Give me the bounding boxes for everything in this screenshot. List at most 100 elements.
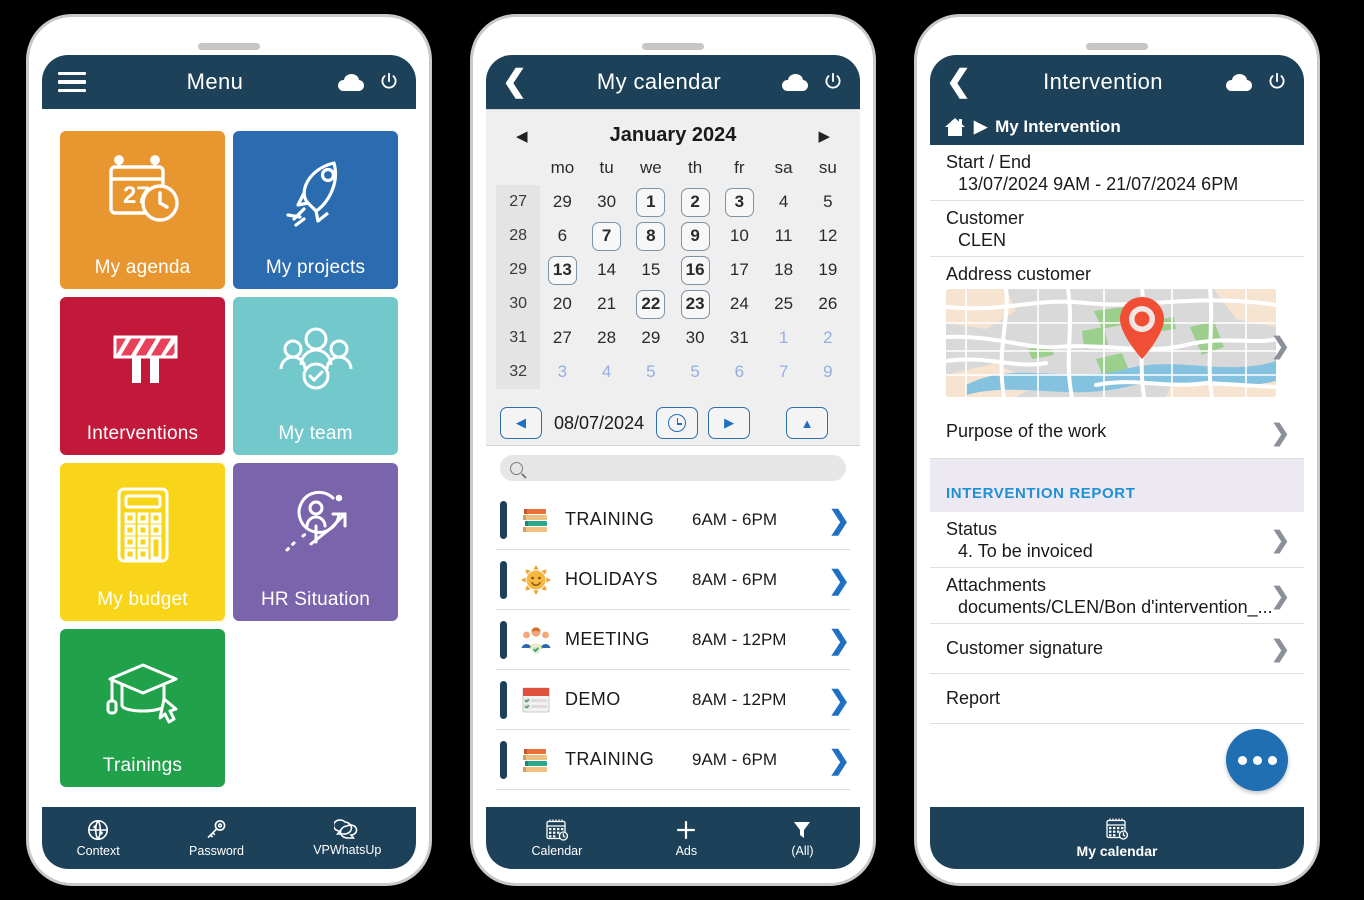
calendar-day-cell[interactable]: 23 [673,287,717,321]
search-box[interactable] [500,455,846,481]
tile-trainings[interactable]: Trainings [60,629,225,787]
calendar-day-cell[interactable]: 21 [585,287,629,321]
chevron-right-icon[interactable]: ❯ [828,507,850,533]
power-icon[interactable] [378,71,400,93]
calendar-day-cell[interactable]: 31 [717,321,761,355]
calendar-day-cell[interactable]: 4 [762,185,806,219]
calendar-day-cell[interactable]: 25 [762,287,806,321]
bottom-nav-context[interactable]: Context [77,818,120,858]
map-row[interactable]: ❯ [930,285,1304,407]
chevron-right-icon[interactable]: ❯ [1271,528,1290,551]
power-icon[interactable] [822,71,844,93]
calendar-day-cell[interactable]: 13 [540,253,584,287]
breadcrumb-label[interactable]: My Intervention [995,117,1121,137]
calendar-day-cell[interactable]: 28 [585,321,629,355]
back-button[interactable]: ❮ [502,67,536,97]
calendar-day-cell[interactable]: 6 [540,219,584,253]
tile-my-team[interactable]: My team [233,297,398,455]
power-icon[interactable] [1266,71,1288,93]
calendar-day-cell[interactable]: 7 [585,219,629,253]
search-input[interactable] [529,460,836,476]
calendar-day-cell[interactable]: 15 [629,253,673,287]
calendar-day-cell[interactable]: 3 [540,355,584,389]
row-report[interactable]: Report [930,674,1304,724]
calendar-day-cell[interactable]: 9 [806,355,850,389]
chevron-right-icon[interactable]: ❯ [828,627,850,653]
bottom-nav-my-calendar[interactable]: My calendar [1077,817,1157,859]
calendar-day-cell[interactable]: 2 [806,321,850,355]
chevron-right-icon[interactable]: ❯ [828,567,850,593]
tile-hr-situation[interactable]: HR Situation [233,463,398,621]
menu-button[interactable] [58,71,92,93]
calendar-day-cell[interactable]: 8 [629,219,673,253]
row-purpose-of-work[interactable]: Purpose of the work ❯ [930,407,1304,459]
calendar-day-cell[interactable]: 7 [762,355,806,389]
calendar-day-cell[interactable]: 1 [762,321,806,355]
calendar-day-cell[interactable]: 11 [762,219,806,253]
row-customer-signature[interactable]: Customer signature ❯ [930,624,1304,674]
tile-my-agenda[interactable]: 27 My agenda [60,131,225,289]
back-chevron-icon[interactable]: ❮ [502,67,527,97]
chevron-right-icon[interactable]: ❯ [828,747,850,773]
calendar-day-cell[interactable]: 5 [806,185,850,219]
calendar-day-cell[interactable]: 22 [629,287,673,321]
event-row[interactable]: MEETING 8AM - 12PM ❯ [496,610,850,670]
calendar-day-cell[interactable]: 14 [585,253,629,287]
collapse-calendar-button[interactable]: ▲ [786,407,829,439]
chevron-right-icon[interactable]: ❯ [1271,334,1290,358]
calendar-day-cell[interactable]: 2 [673,185,717,219]
home-icon[interactable] [944,117,966,137]
row-attachments[interactable]: Attachments documents/CLEN/Bon d'interve… [930,568,1304,624]
calendar-day-cell[interactable]: 30 [673,321,717,355]
date-next-button[interactable]: ▶ [708,407,751,439]
calendar-day-cell[interactable]: 27 [540,321,584,355]
calendar-day-cell[interactable]: 19 [806,253,850,287]
calendar-day-cell[interactable]: 4 [585,355,629,389]
calendar-day-cell[interactable]: 26 [806,287,850,321]
calendar-day-cell[interactable]: 18 [762,253,806,287]
customer-map[interactable] [946,289,1276,397]
tile-my-projects[interactable]: My projects [233,131,398,289]
cloud-icon[interactable] [782,73,808,91]
row-status[interactable]: Status 4. To be invoiced ❯ [930,512,1304,568]
next-month-arrow[interactable]: ▶ [794,127,830,145]
back-button[interactable]: ❮ [946,67,980,97]
back-chevron-icon[interactable]: ❮ [946,67,971,97]
bottom-nav-vpwhatsup[interactable]: VPWhatsUp [313,819,381,857]
cloud-icon[interactable] [1226,73,1252,91]
calendar-day-cell[interactable]: 3 [717,185,761,219]
calendar-day-cell[interactable]: 29 [540,185,584,219]
event-row[interactable]: HOLIDAYS 8AM - 6PM ❯ [496,550,850,610]
calendar-day-cell[interactable]: 24 [717,287,761,321]
calendar-day-cell[interactable]: 20 [540,287,584,321]
chevron-right-icon[interactable]: ❯ [1271,637,1290,660]
calendar-day-cell[interactable]: 16 [673,253,717,287]
calendar-day-cell[interactable]: 5 [673,355,717,389]
bottom-nav-password[interactable]: Password [189,818,244,858]
calendar-day-cell[interactable]: 5 [629,355,673,389]
cloud-icon[interactable] [338,73,364,91]
bottom-nav-filter[interactable]: (All) [790,818,814,858]
tile-interventions[interactable]: Interventions [60,297,225,455]
tile-my-budget[interactable]: My budget [60,463,225,621]
event-row[interactable]: DEMO 8AM - 12PM ❯ [496,670,850,730]
calendar-day-cell[interactable]: 6 [717,355,761,389]
hamburger-icon[interactable] [58,71,86,93]
calendar-day-cell[interactable]: 30 [585,185,629,219]
bottom-nav-calendar[interactable]: Calendar [532,818,582,858]
calendar-day-cell[interactable]: 12 [806,219,850,253]
bottom-nav-ads[interactable]: Ads [673,818,699,858]
calendar-day-cell[interactable]: 1 [629,185,673,219]
prev-month-arrow[interactable]: ◀ [516,127,552,145]
chevron-right-icon[interactable]: ❯ [1271,421,1290,444]
date-value[interactable]: 08/07/2024 [552,413,646,434]
more-actions-button[interactable] [1226,729,1288,791]
calendar-day-cell[interactable]: 9 [673,219,717,253]
event-row[interactable]: TRAINING 6AM - 6PM ❯ [496,490,850,550]
chevron-right-icon[interactable]: ❯ [828,687,850,713]
date-prev-button[interactable]: ◀ [500,407,542,439]
calendar-day-cell[interactable]: 29 [629,321,673,355]
event-row[interactable]: TRAINING 9AM - 6PM ❯ [496,730,850,790]
date-today-button[interactable] [656,407,699,439]
calendar-day-cell[interactable]: 17 [717,253,761,287]
